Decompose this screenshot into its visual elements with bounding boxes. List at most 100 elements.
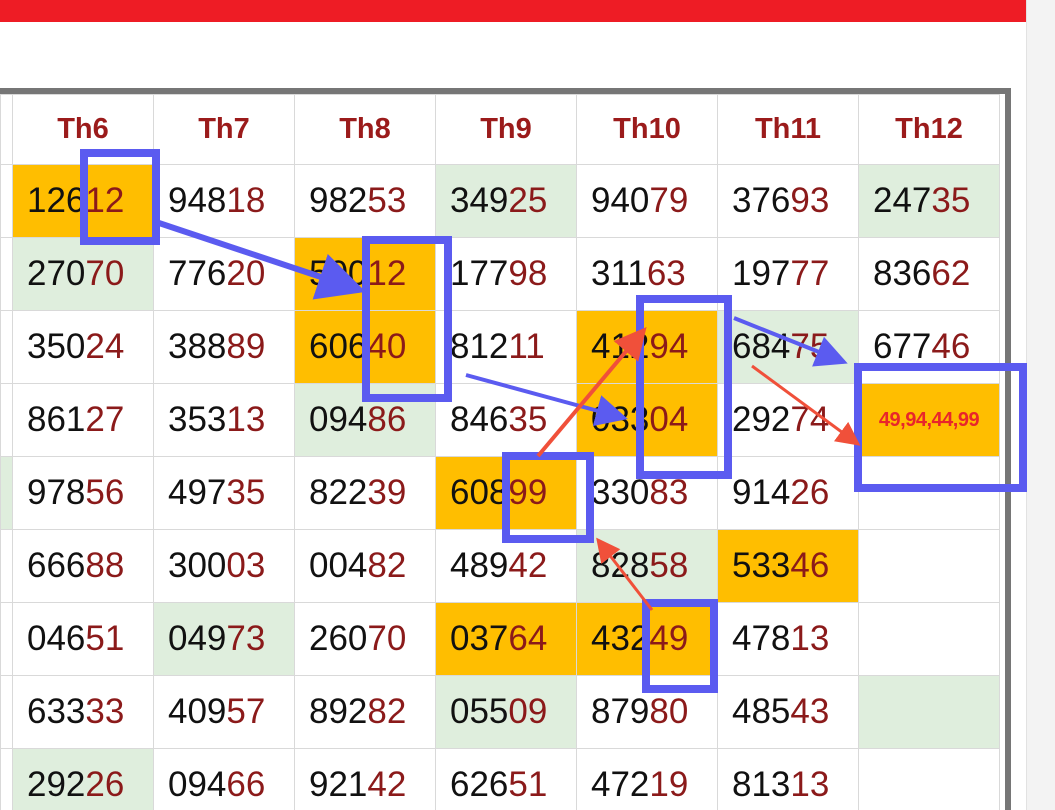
lead-digits: 684: [732, 327, 791, 366]
lead-digits: 432: [591, 619, 650, 658]
result-cell: 31163: [576, 237, 718, 311]
result-cell: 94079: [576, 164, 718, 238]
last-two-digits: 70: [85, 254, 125, 293]
result-cell: 47813: [717, 602, 859, 676]
last-two-digits: 88: [85, 546, 125, 585]
lead-digits: 500: [309, 254, 368, 293]
result-cell: 47219: [576, 748, 718, 810]
empty-cell: [858, 456, 1000, 530]
column-header-th11: Th11: [717, 94, 859, 165]
lead-digits: 004: [309, 546, 368, 585]
lead-digits: 822: [309, 473, 368, 512]
lead-digits: 861: [27, 400, 86, 439]
last-two-digits: 80: [649, 692, 689, 731]
lead-digits: 828: [591, 546, 650, 585]
empty-cell: [858, 529, 1000, 603]
table-row: 66688 30003 00482 48942 82858 53346: [0, 529, 1000, 603]
last-two-digits: 43: [790, 692, 830, 731]
last-two-digits: 35: [226, 473, 266, 512]
lead-digits: 485: [732, 692, 791, 731]
empty-cell: [858, 675, 1000, 749]
lead-digits: 812: [450, 327, 509, 366]
result-cell: 48543: [717, 675, 859, 749]
result-cell: 29274: [717, 383, 859, 457]
row-stub: [0, 602, 13, 676]
result-cell: 60899: [435, 456, 577, 530]
result-cell: 24735: [858, 164, 1000, 238]
result-cell: 60640: [294, 310, 436, 384]
table-row: 86127 35313 09486 84635 03304 29274 49,9…: [0, 383, 1000, 457]
result-cell: 98253: [294, 164, 436, 238]
result-cell: 83662: [858, 237, 1000, 311]
lead-digits: 260: [309, 619, 368, 658]
last-two-digits: 70: [367, 619, 407, 658]
result-cell: 09486: [294, 383, 436, 457]
lead-digits: 046: [27, 619, 86, 658]
result-cell: 40957: [153, 675, 295, 749]
lottery-results-table: Th6 Th7 Th8 Th9 Th10 Th11 Th12 12612 948…: [0, 94, 1000, 810]
result-cell: 17798: [435, 237, 577, 311]
last-two-digits: 27: [85, 400, 125, 439]
lead-digits: 633: [27, 692, 86, 731]
last-two-digits: 18: [226, 181, 266, 220]
lead-digits: 533: [732, 546, 791, 585]
last-two-digits: 66: [226, 765, 266, 804]
lead-digits: 776: [168, 254, 227, 293]
result-cell: 04973: [153, 602, 295, 676]
last-two-digits: 75: [790, 327, 830, 366]
last-two-digits: 77: [790, 254, 830, 293]
last-two-digits: 79: [649, 181, 689, 220]
result-cell: 84635: [435, 383, 577, 457]
last-two-digits: 11: [508, 327, 545, 366]
lead-digits: 349: [450, 181, 509, 220]
result-cell: 81211: [435, 310, 577, 384]
row-stub: [0, 456, 13, 530]
table-row: 97856 49735 82239 60899 33083 91426: [0, 456, 1000, 530]
last-two-digits: 39: [367, 473, 407, 512]
last-two-digits: 82: [367, 692, 407, 731]
last-two-digits: 51: [508, 765, 548, 804]
table-row: 12612 94818 98253 34925 94079 37693 2473…: [0, 164, 1000, 238]
lead-digits: 292: [732, 400, 791, 439]
result-cell: 82239: [294, 456, 436, 530]
lead-digits: 914: [732, 473, 791, 512]
result-cell: 68475: [717, 310, 859, 384]
row-stub: [0, 237, 13, 311]
row-stub: [0, 383, 13, 457]
result-cell: 05509: [435, 675, 577, 749]
lead-digits: 921: [309, 765, 368, 804]
last-two-digits: 83: [649, 473, 689, 512]
last-two-digits: 94: [649, 327, 689, 366]
last-two-digits: 86: [367, 400, 407, 439]
lead-digits: 350: [27, 327, 86, 366]
row-stub: [0, 748, 13, 810]
lead-digits: 846: [450, 400, 509, 439]
result-cell: 87980: [576, 675, 718, 749]
lead-digits: 330: [591, 473, 650, 512]
empty-cell: [858, 748, 1000, 810]
lead-digits: 388: [168, 327, 227, 366]
last-two-digits: 33: [85, 692, 125, 731]
row-stub: [0, 164, 13, 238]
result-cell: 89282: [294, 675, 436, 749]
last-two-digits: 58: [649, 546, 689, 585]
last-two-digits: 26: [85, 765, 125, 804]
last-two-digits: 12: [367, 254, 407, 293]
row-stub: [0, 310, 13, 384]
result-cell: 91426: [717, 456, 859, 530]
last-two-digits: 62: [931, 254, 971, 293]
result-cell: 43249: [576, 602, 718, 676]
result-cell: 41294: [576, 310, 718, 384]
last-two-digits: 57: [226, 692, 266, 731]
table-body: 12612 94818 98253 34925 94079 37693 2473…: [0, 164, 1000, 810]
last-two-digits: 82: [367, 546, 407, 585]
last-two-digits: 35: [508, 400, 548, 439]
last-two-digits: 73: [226, 619, 266, 658]
header-bar: [0, 0, 1026, 22]
last-two-digits: 93: [790, 181, 830, 220]
lead-digits: 497: [168, 473, 227, 512]
lead-digits: 197: [732, 254, 791, 293]
column-header-th10: Th10: [576, 94, 718, 165]
result-cell: 50012: [294, 237, 436, 311]
scrollbar-track[interactable]: [1026, 0, 1055, 810]
